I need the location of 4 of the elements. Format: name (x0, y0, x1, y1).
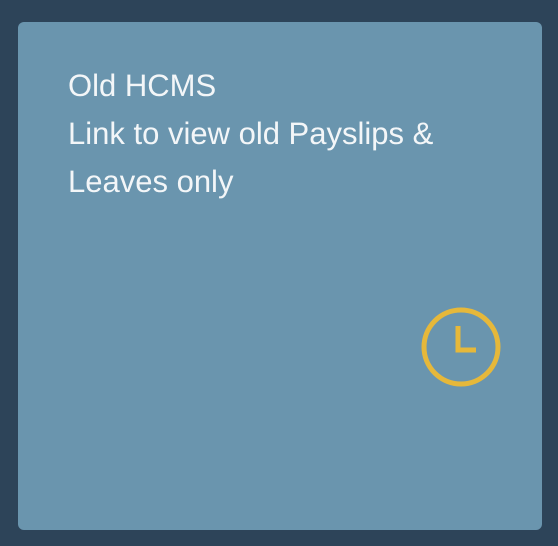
clock-icon (420, 306, 502, 388)
launch-tile[interactable]: Old HCMS Link to view old Payslips & Leaves only (18, 22, 542, 530)
tile-subtitle: Link to view old Payslips & Leaves only (68, 115, 434, 201)
tile-title: Old HCMS (68, 67, 218, 105)
